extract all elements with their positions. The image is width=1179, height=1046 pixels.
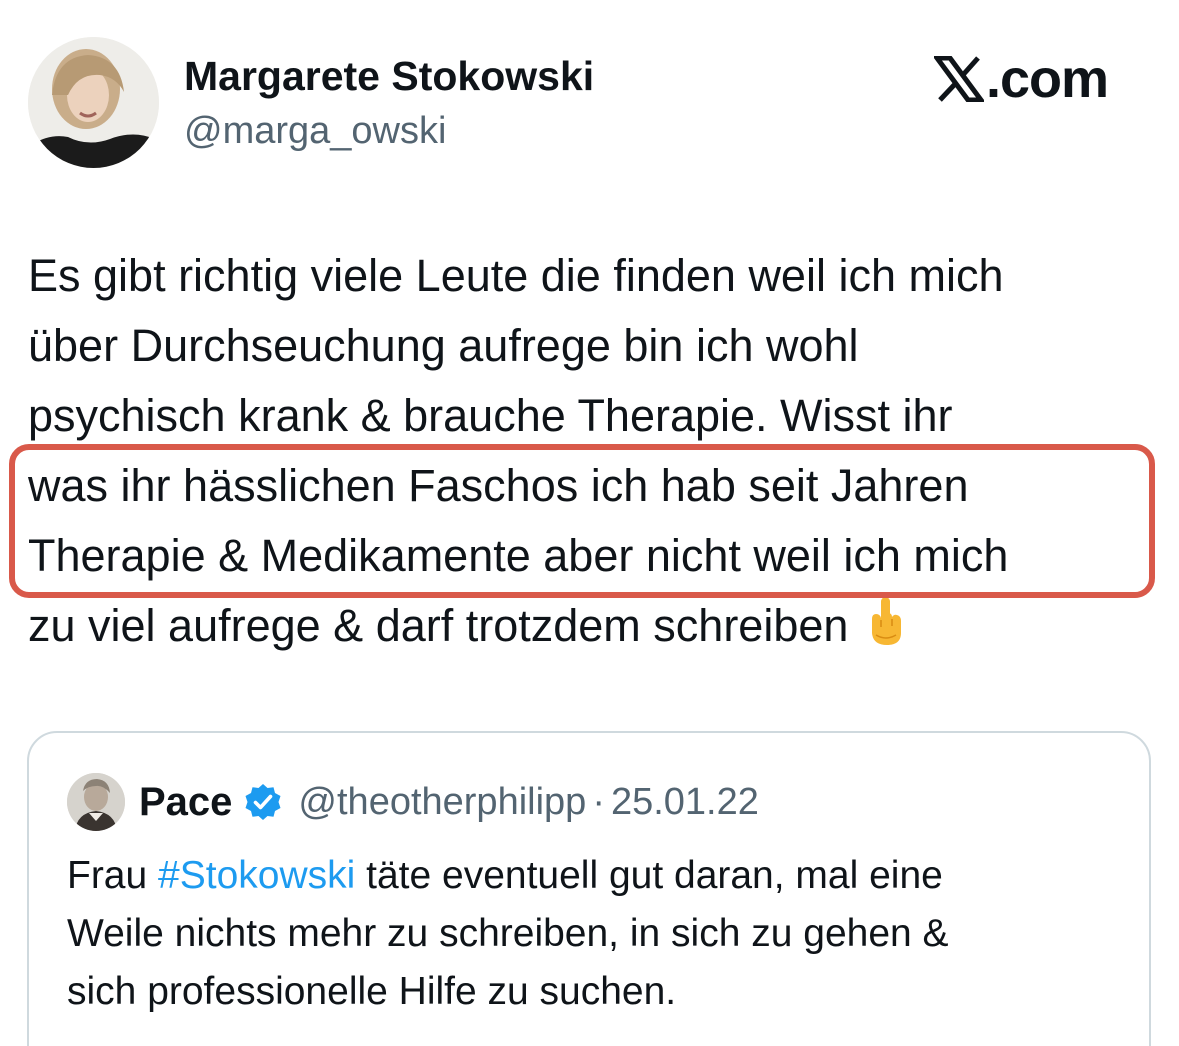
quoted-author-name[interactable]: Pace xyxy=(139,775,232,829)
quoted-text-rest: täte eventuell gut daran, mal eine xyxy=(355,854,943,897)
quoted-tweet-date[interactable]: 25.01.22 xyxy=(611,775,759,829)
verified-badge-icon xyxy=(245,784,281,820)
tweet-line: was ihr hässlichen Faschos ich hab seit … xyxy=(28,460,969,511)
tweet-line: Therapie & Medikamente aber nicht weil i… xyxy=(28,530,1009,581)
quoted-author-handle[interactable]: @theotherphilipp xyxy=(298,775,586,829)
tweet-line: über Durchseuchung aufrege bin ich wohl xyxy=(28,320,859,371)
x-brand: .com xyxy=(934,49,1109,109)
author-name[interactable]: Margarete Stokowski xyxy=(184,52,594,100)
quoted-tweet-card[interactable]: Pace @theotherphilipp · 25.01.22 Frau #S… xyxy=(27,731,1151,1046)
quoted-line: sich professionelle Hilfe zu suchen. xyxy=(67,970,677,1013)
quoted-tweet-header: Pace @theotherphilipp · 25.01.22 xyxy=(139,775,759,829)
quoted-text-prefix: Frau xyxy=(67,854,159,897)
tweet-line-text: zu viel aufrege & darf trotzdem schreibe… xyxy=(28,600,849,651)
tweet-text: Es gibt richtig viele Leute die finden w… xyxy=(28,241,1168,661)
middle-finger-emoji xyxy=(872,597,902,645)
quoted-line: Weile nichts mehr zu schreiben, in sich … xyxy=(67,912,949,955)
author-avatar[interactable] xyxy=(28,37,159,168)
brand-domain-text: .com xyxy=(986,49,1109,109)
header-separator: · xyxy=(592,781,605,823)
x-logo-icon xyxy=(934,56,984,102)
quoted-author-avatar[interactable] xyxy=(67,773,125,831)
tweet-line: Es gibt richtig viele Leute die finden w… xyxy=(28,250,1004,301)
tweet-line-last: zu viel aufrege & darf trotzdem schreibe… xyxy=(28,591,1168,661)
avatar-photo xyxy=(28,37,159,168)
hashtag-link[interactable]: #Stokowski xyxy=(158,854,355,897)
quoted-line: Frau #Stokowski täte eventuell gut daran… xyxy=(67,847,1137,905)
quoted-avatar-portrait xyxy=(67,773,125,831)
quoted-tweet-text: Frau #Stokowski täte eventuell gut daran… xyxy=(67,847,1137,1021)
tweet-line: psychisch krank & brauche Therapie. Wiss… xyxy=(28,390,953,441)
author-handle[interactable]: @marga_owski xyxy=(184,108,446,154)
